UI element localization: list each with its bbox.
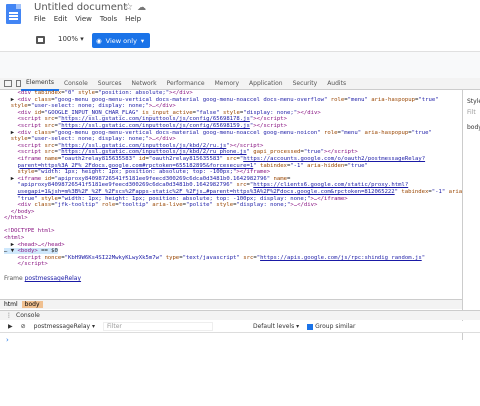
eye-icon: ◉	[96, 36, 102, 45]
tab-network[interactable]: Network	[127, 78, 162, 90]
docs-header: Untitled document ☆ ☁ File Edit View Too…	[0, 0, 480, 30]
dom-line[interactable]: style="user-select: none; display: none;…	[4, 136, 176, 142]
context-value: postmessageRelay	[33, 323, 91, 330]
dom-line[interactable]: ▶ <iframe id="apiproxy84098726541f5181ee…	[4, 176, 291, 182]
menu-view[interactable]: View	[75, 15, 92, 23]
console-drawer-tab[interactable]: Console	[16, 312, 40, 319]
docs-logo-icon[interactable]	[6, 4, 21, 24]
devtools-panel: Elements Console Sources Network Perform…	[0, 78, 480, 406]
tab-sources[interactable]: Sources	[93, 78, 127, 90]
docs-toolbar: 100% ▾ ◉ View only ▾	[0, 30, 480, 52]
tab-security[interactable]: Security	[288, 78, 323, 90]
dom-line[interactable]: … ▼ <body> == $0	[4, 248, 58, 255]
dom-line[interactable]: <div tabindex="0" style="position: absol…	[4, 90, 192, 96]
dom-line[interactable]: <iframe name="oauth2relay815635583" id="…	[4, 156, 425, 162]
levels-value: Default levels	[253, 323, 295, 330]
styles-pane: Style Filt body	[462, 90, 480, 340]
dom-line[interactable]: style="user-select: none; display: none;…	[4, 103, 176, 109]
styles-body-rule: body	[467, 124, 480, 131]
frame-link[interactable]: postmessageRelay	[25, 275, 81, 282]
dom-tree[interactable]: <div tabindex="0" style="position: absol…	[0, 90, 462, 286]
breadcrumb-body[interactable]: body	[21, 301, 43, 308]
dom-line[interactable]: style="width: 1px; height: 1px; position…	[4, 169, 270, 175]
view-only-button[interactable]: ◉ View only ▾	[92, 33, 150, 48]
dom-line[interactable]: "apiproxy84098726541f5181ee9feecd300269c…	[4, 182, 408, 188]
dom-line[interactable]: <script src="https://ssl.gstatic.com/inp…	[4, 143, 263, 149]
styles-tab[interactable]: Style	[467, 98, 480, 105]
zoom-select[interactable]: 100% ▾	[58, 35, 84, 43]
styles-filter[interactable]: Filt	[467, 109, 480, 116]
frame-label-text: Frame	[4, 275, 23, 282]
play-icon[interactable]: ▶	[8, 323, 13, 330]
devtools-tabs: Elements Console Sources Network Perform…	[0, 77, 480, 91]
dom-line[interactable]: ▶ <div class="goog-menu goog-menu-vertic…	[4, 130, 432, 136]
cloud-icon[interactable]: ☁	[137, 3, 146, 13]
star-icon[interactable]: ☆	[124, 2, 133, 13]
tab-performance[interactable]: Performance	[162, 78, 210, 90]
group-similar-toggle[interactable]: Group similar	[307, 323, 355, 330]
menu-file[interactable]: File	[34, 15, 46, 23]
dom-line[interactable]: parent=https%3A_2F%_2Fdocs.google.com#rp…	[4, 163, 367, 169]
menu-tools[interactable]: Tools	[100, 15, 117, 23]
chevron-down-icon: ▾	[140, 36, 145, 45]
dom-line[interactable]: <script nonce="KbH9W6Ks4SI22MwkyKLwyXk5m…	[4, 255, 425, 261]
console-drawer-header: ⋮ Console	[0, 310, 480, 320]
console-prompt-icon[interactable]: ›	[6, 336, 9, 344]
group-similar-label: Group similar	[315, 323, 356, 330]
tab-audits[interactable]: Audits	[322, 78, 351, 90]
breadcrumb: html body	[0, 299, 462, 309]
dom-line[interactable]: <div id="GOOGLE_INPUT_NON_CHAR_FLAG" is_…	[4, 110, 320, 116]
breadcrumb-html[interactable]: html	[4, 301, 18, 308]
dom-line[interactable]: <div class="jfk-tooltip" role="tooltip" …	[4, 202, 317, 208]
document-title[interactable]: Untitled document	[34, 2, 127, 13]
checkbox-checked-icon	[307, 323, 314, 330]
dom-line[interactable]: </html>	[4, 215, 28, 221]
tab-elements[interactable]: Elements	[21, 77, 59, 91]
levels-select[interactable]: Default levels ▾	[253, 323, 299, 330]
dom-line[interactable]: <script src="https://ssl.gstatic.com/inp…	[4, 149, 357, 155]
menu-bar: File Edit View Tools Help	[34, 15, 141, 23]
dom-line[interactable]: "true" style="width: 1px; height: 1px; p…	[4, 196, 347, 202]
menu-dots-icon[interactable]: ⋮	[6, 312, 12, 319]
print-icon[interactable]	[36, 36, 45, 44]
tab-application[interactable]: Application	[244, 78, 288, 90]
dom-line[interactable]: ▶ <head>…</head>	[4, 242, 65, 248]
tab-memory[interactable]: Memory	[210, 78, 244, 90]
dom-line[interactable]: <!DOCTYPE html>	[4, 228, 55, 234]
console-toolbar: ▶ ⊘ postmessageRelay ▾ Filter Default le…	[0, 321, 480, 333]
dom-line[interactable]: ▶ <div class="goog-menu goog-menu-vertic…	[4, 97, 439, 103]
document-canvas	[0, 52, 480, 78]
dom-line[interactable]: </body>	[4, 209, 35, 215]
dom-line[interactable]: </script>	[4, 261, 47, 267]
dom-line[interactable]: <script src="https://ssl.gstatic.com/inp…	[4, 123, 286, 129]
console-filter-input[interactable]: Filter	[103, 322, 213, 331]
menu-edit[interactable]: Edit	[54, 15, 68, 23]
dom-line[interactable]: <script src="https://ssl.gstatic.com/inp…	[4, 116, 286, 122]
clear-console-icon[interactable]: ⊘	[21, 323, 26, 330]
frame-label: Frame postmessageRelay	[4, 275, 81, 282]
tab-console[interactable]: Console	[59, 78, 93, 90]
context-select[interactable]: postmessageRelay ▾	[34, 323, 95, 330]
view-only-label: View only	[105, 36, 137, 45]
zoom-value: 100%	[58, 35, 79, 43]
dom-line[interactable]: <html>	[4, 235, 24, 241]
inspect-icon[interactable]	[4, 80, 12, 87]
menu-help[interactable]: Help	[125, 15, 141, 23]
dom-line[interactable]: usegapi=1&jsh=m%3B%2F_%2F_%2Fscs%2Fapps-…	[4, 189, 462, 195]
